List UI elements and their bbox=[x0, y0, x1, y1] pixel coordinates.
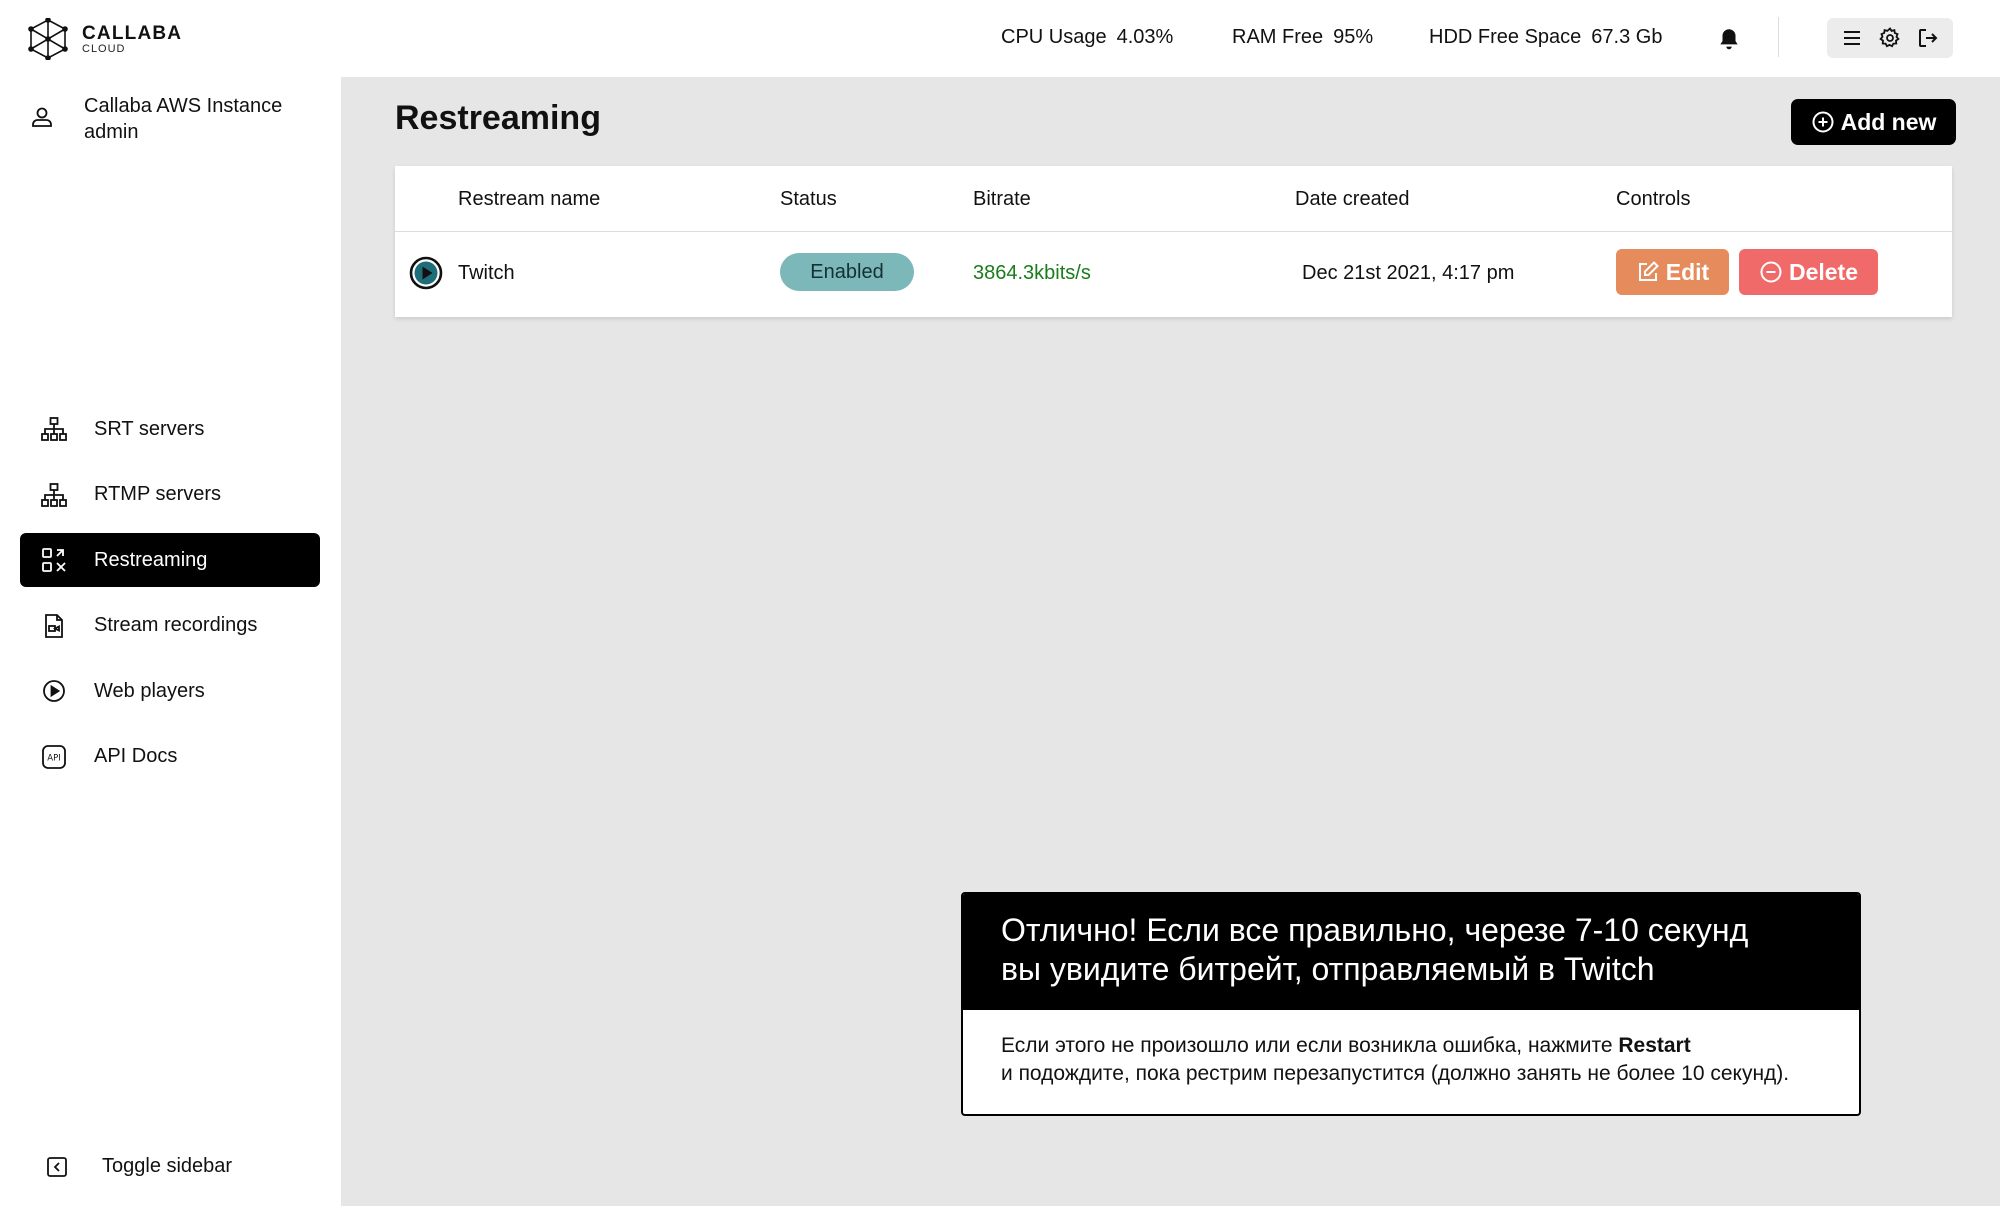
logo-icon bbox=[28, 18, 68, 60]
tooltip-body-text: Если этого не произошло или если возникл… bbox=[1001, 1034, 1619, 1057]
status-badge: Enabled bbox=[780, 253, 914, 291]
menu-icon[interactable] bbox=[1840, 26, 1864, 50]
tooltip-body: Если этого не произошло или если возникл… bbox=[963, 1010, 1859, 1088]
instance-name: Callaba AWS Instance bbox=[84, 95, 283, 117]
sidebar-item-label: Restreaming bbox=[94, 548, 208, 571]
column-header-date: Date created bbox=[1295, 188, 1410, 210]
sidebar: CALLABA CLOUD Callaba AWS Instance admin… bbox=[0, 0, 341, 1206]
network-icon bbox=[41, 482, 67, 507]
sidebar-item-web-players[interactable]: Web players bbox=[20, 664, 320, 718]
sidebar-item-label: API Docs bbox=[94, 745, 178, 768]
brand-sub: CLOUD bbox=[82, 42, 126, 55]
sidebar-item-restreaming[interactable]: Restreaming bbox=[20, 533, 320, 588]
sidebar-item-api-docs[interactable]: API API Docs bbox=[20, 730, 320, 784]
ram-free-label: RAM Free bbox=[1232, 26, 1324, 48]
tooltip-body-line2: и подождите, пока рестрим перезапустится… bbox=[1001, 1062, 1790, 1085]
logout-icon[interactable] bbox=[1916, 26, 1940, 50]
bell-icon[interactable] bbox=[1716, 26, 1742, 52]
minus-circle-icon bbox=[1760, 261, 1782, 283]
cpu-usage-stat: CPU Usage 4.03% bbox=[1001, 26, 1173, 49]
sidebar-item-srt-servers[interactable]: SRT servers bbox=[20, 402, 320, 456]
edit-label: Edit bbox=[1665, 258, 1710, 285]
logo[interactable]: CALLABA CLOUD bbox=[28, 18, 182, 60]
account-info[interactable]: Callaba AWS Instance admin bbox=[30, 93, 282, 145]
delete-label: Delete bbox=[1788, 258, 1859, 285]
ram-free-stat: RAM Free 95% bbox=[1232, 26, 1373, 49]
restream-table: Restream name Status Bitrate Date create… bbox=[395, 166, 1952, 317]
restream-name: Twitch bbox=[458, 262, 515, 284]
column-header-name: Restream name bbox=[458, 188, 601, 210]
edit-button[interactable]: Edit bbox=[1616, 249, 1729, 295]
brand-name: CALLABA bbox=[82, 22, 183, 44]
user-name: admin bbox=[84, 121, 139, 143]
date-created: Dec 21st 2021, 4:17 pm bbox=[1302, 262, 1515, 284]
table-header: Restream name Status Bitrate Date create… bbox=[395, 166, 1952, 232]
delete-button[interactable]: Delete bbox=[1739, 249, 1878, 295]
file-video-icon bbox=[45, 613, 63, 638]
gear-icon[interactable] bbox=[1878, 26, 1902, 50]
edit-icon bbox=[1638, 261, 1659, 281]
restream-icon bbox=[42, 548, 66, 573]
tooltip-title-line1: Отлично! Если все правильно, черезе 7-10… bbox=[1001, 912, 1749, 948]
network-icon bbox=[41, 417, 67, 441]
toggle-sidebar-label: Toggle sidebar bbox=[102, 1155, 233, 1177]
hdd-free-label: HDD Free Space bbox=[1429, 26, 1582, 48]
hdd-free-value: 67.3 Gb bbox=[1591, 26, 1663, 48]
sidebar-nav: SRT servers RTMP servers Restreaming Str… bbox=[20, 402, 320, 796]
onboarding-tooltip: Отлично! Если все правильно, черезе 7-10… bbox=[961, 892, 1861, 1116]
collapse-sidebar-icon bbox=[47, 1156, 67, 1177]
column-header-status: Status bbox=[780, 188, 837, 210]
hdd-free-stat: HDD Free Space 67.3 Gb bbox=[1429, 26, 1662, 49]
sidebar-item-label: SRT servers bbox=[94, 417, 205, 440]
cpu-usage-value: 4.03% bbox=[1116, 26, 1174, 48]
api-icon: API bbox=[42, 745, 66, 769]
tooltip-restart-keyword: Restart bbox=[1618, 1034, 1691, 1057]
page-title: Restreaming bbox=[395, 99, 601, 137]
cpu-usage-label: CPU Usage bbox=[1001, 26, 1107, 48]
tooltip-title-line2: вы увидите битрейт, отправляемый в Twitc… bbox=[1001, 951, 1655, 987]
sidebar-item-label: Stream recordings bbox=[94, 614, 258, 637]
sidebar-item-label: Web players bbox=[94, 679, 205, 702]
play-icon[interactable] bbox=[409, 256, 443, 290]
user-icon bbox=[32, 107, 52, 127]
sidebar-item-label: RTMP servers bbox=[94, 483, 222, 506]
topbar-divider bbox=[1778, 17, 1779, 57]
add-new-label: Add new bbox=[1840, 108, 1937, 135]
add-new-button[interactable]: Add new bbox=[1791, 99, 1956, 145]
column-header-controls: Controls bbox=[1616, 188, 1691, 210]
tooltip-title: Отлично! Если все правильно, черезе 7-10… bbox=[963, 894, 1859, 1010]
table-row: Twitch Enabled 3864.3kbits/s Dec 21st 20… bbox=[395, 232, 1952, 316]
column-header-bitrate: Bitrate bbox=[973, 188, 1031, 210]
topbar-actions bbox=[1827, 18, 1953, 58]
plus-circle-icon bbox=[1812, 111, 1834, 133]
play-circle-icon bbox=[43, 680, 65, 703]
bitrate-value: 3864.3kbits/s bbox=[973, 262, 1091, 284]
topbar: CPU Usage 4.03% RAM Free 95% HDD Free Spac… bbox=[341, 0, 2000, 77]
svg-text:API: API bbox=[47, 753, 60, 763]
sidebar-item-stream-recordings[interactable]: Stream recordings bbox=[20, 599, 320, 653]
sidebar-item-rtmp-servers[interactable]: RTMP servers bbox=[20, 468, 320, 522]
toggle-sidebar-button[interactable]: Toggle sidebar bbox=[46, 1155, 232, 1178]
ram-free-value: 95% bbox=[1333, 26, 1374, 48]
